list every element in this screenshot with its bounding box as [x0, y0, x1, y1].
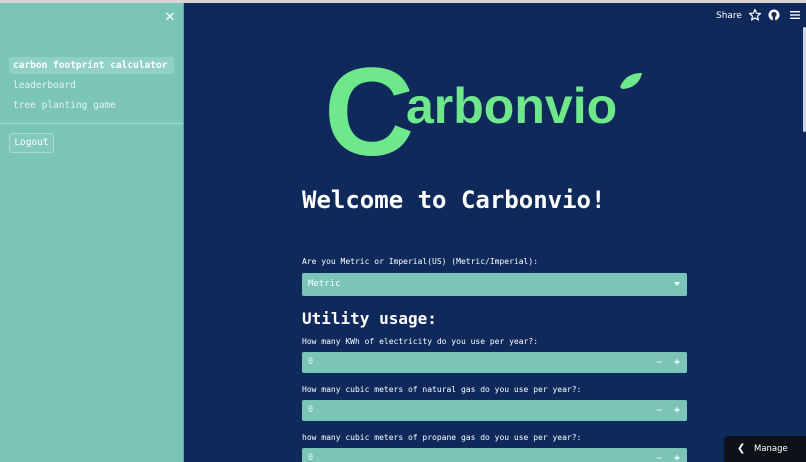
github-icon[interactable]: [767, 8, 781, 22]
sidebar-item-carbon-footprint-calculator[interactable]: carbon footprint calculator: [9, 57, 174, 74]
decrement-button[interactable]: −: [650, 352, 668, 373]
electricity-value: 0: [308, 357, 314, 367]
close-icon[interactable]: ✕: [163, 11, 177, 25]
unit-question-label: Are you Metric or Imperial(US) (Metric/I…: [302, 257, 539, 266]
leaf-icon: [620, 73, 642, 89]
propane-question-label: how many cubic meters of propane gas do …: [302, 433, 582, 442]
natural-gas-input[interactable]: 0 − +: [302, 400, 687, 421]
decrement-button[interactable]: −: [650, 448, 668, 462]
unit-select[interactable]: Metric: [302, 273, 687, 296]
sidebar-item-leaderboard[interactable]: leaderboard: [9, 77, 174, 94]
sidebar-item-tree-planting-game[interactable]: tree planting game: [9, 97, 174, 114]
main-content: Share C arbonvio Welcome to Carbonvio! A…: [184, 3, 806, 462]
propane-value: 0: [308, 453, 314, 462]
propane-input[interactable]: 0 − +: [302, 448, 687, 462]
star-icon[interactable]: [748, 8, 762, 22]
sidebar: ✕ carbon footprint calculator leaderboar…: [0, 3, 184, 462]
unit-select-value: Metric: [308, 279, 341, 289]
electricity-input[interactable]: 0 − +: [302, 352, 687, 373]
natural-gas-question-label: How many cubic meters of natural gas do …: [302, 385, 582, 394]
manage-app-button[interactable]: ❮ Manage app: [724, 436, 806, 462]
logout-button[interactable]: Logout: [9, 133, 54, 153]
sidebar-divider: [0, 123, 183, 124]
electricity-question-label: How many KWh of electricity do you use p…: [302, 337, 539, 346]
top-border: [0, 0, 806, 3]
manage-app-label: Manage app: [754, 444, 788, 454]
page-title: Welcome to Carbonvio!: [302, 186, 606, 214]
share-button[interactable]: Share: [716, 11, 742, 21]
increment-button[interactable]: +: [668, 400, 686, 421]
chevron-left-icon: ❮: [737, 443, 746, 454]
logo-text: arbonvio: [406, 78, 617, 134]
menu-icon[interactable]: [788, 8, 802, 22]
section-title-utility: Utility usage:: [302, 309, 437, 328]
logo-letter: C: [324, 57, 414, 167]
decrement-button[interactable]: −: [650, 400, 668, 421]
carbonvio-logo: C arbonvio: [324, 57, 642, 167]
increment-button[interactable]: +: [668, 448, 686, 462]
natural-gas-value: 0: [308, 405, 314, 415]
increment-button[interactable]: +: [668, 352, 686, 373]
chevron-down-icon: [674, 282, 680, 286]
